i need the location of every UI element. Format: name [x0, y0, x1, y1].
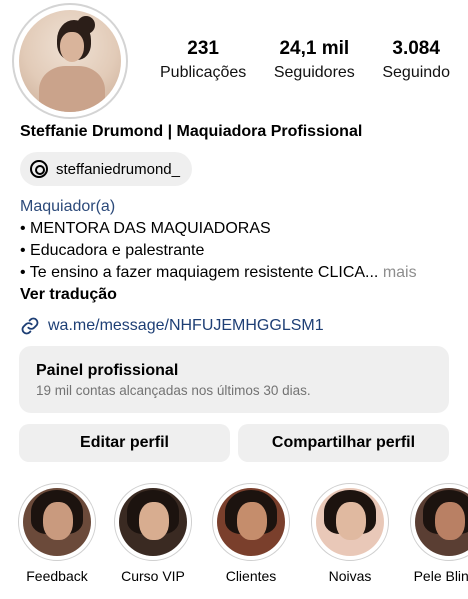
highlight-ring [311, 483, 389, 561]
highlight-cover [217, 488, 285, 556]
highlight-cover [119, 488, 187, 556]
highlight-face [336, 502, 366, 540]
dashboard-subtitle: 19 mil contas alcançadas nos últimos 30 … [36, 383, 311, 398]
highlight-label: Feedback [26, 568, 88, 584]
bio-link[interactable]: wa.me/message/NHFUJEMHGGLSM1 [20, 316, 324, 336]
threads-handle: steffaniedrumond_ [56, 160, 180, 178]
highlight-face [237, 502, 267, 540]
highlight-label: Noivas [328, 568, 372, 584]
stat-posts-count: 231 [187, 38, 219, 59]
highlight-noivas[interactable]: Noivas [309, 483, 391, 584]
highlight-label: Clientes [225, 568, 277, 584]
highlight-cover [23, 488, 91, 556]
highlight-curso-vip[interactable]: Curso VIP [112, 483, 194, 584]
profile-avatar[interactable] [12, 3, 128, 119]
professional-dashboard[interactable]: Painel profissional 19 mil contas alcanç… [19, 346, 449, 413]
edit-profile-button[interactable]: Editar perfil [19, 424, 230, 462]
profile-actions: Editar perfil Compartilhar perfil [19, 424, 449, 462]
highlight-feedback[interactable]: Feedback [16, 483, 98, 584]
avatar-face [60, 32, 84, 62]
highlight-ring [18, 483, 96, 561]
highlight-ring [410, 483, 468, 561]
share-profile-button[interactable]: Compartilhar perfil [238, 424, 449, 462]
bio-category[interactable]: Maquiador(a) [20, 196, 460, 218]
highlight-clientes[interactable]: Clientes [210, 483, 292, 584]
highlight-ring [212, 483, 290, 561]
stat-following-count: 3.084 [392, 38, 440, 59]
stat-followers-count: 24,1 mil [279, 38, 350, 59]
avatar-photo [19, 10, 121, 112]
link-icon [21, 317, 39, 335]
highlight-ring [114, 483, 192, 561]
highlight-cover [415, 488, 468, 556]
highlight-pele-blinda[interactable]: Pele Blinda [408, 483, 468, 584]
stat-following[interactable]: 3.084 Seguindo [382, 38, 450, 83]
threads-badge[interactable]: steffaniedrumond_ [20, 152, 192, 186]
stat-followers[interactable]: 24,1 mil Seguidores [274, 38, 355, 83]
profile-bio: Maquiador(a) • MENTORA DAS MAQUIADORAS •… [20, 196, 460, 306]
story-highlights: Feedback Curso VIP Clientes Noivas Pele … [16, 483, 468, 599]
threads-icon [30, 160, 48, 178]
profile-page: 231 Publicações 24,1 mil Seguidores 3.08… [0, 0, 468, 599]
bio-more-link[interactable]: mais [383, 264, 417, 281]
bio-link-text: wa.me/message/NHFUJEMHGGLSM1 [48, 317, 324, 334]
avatar-bun [77, 16, 95, 34]
highlight-label: Curso VIP [121, 568, 185, 584]
stat-posts[interactable]: 231 Publicações [160, 38, 246, 83]
bio-line: • Te ensino a fazer maquiagem resistente… [20, 264, 379, 281]
highlight-face [139, 502, 169, 540]
highlight-face [435, 502, 465, 540]
bio-line: • Educadora e palestrante [20, 242, 205, 259]
bio-line-truncated: • Te ensino a fazer maquiagem resistente… [20, 262, 460, 284]
dashboard-title: Painel profissional [36, 362, 179, 379]
see-translation-link[interactable]: Ver tradução [20, 284, 460, 306]
highlight-face [43, 502, 73, 540]
stat-followers-label: Seguidores [273, 64, 355, 81]
highlight-label: Pele Blinda [413, 568, 468, 584]
highlight-cover [316, 488, 384, 556]
stat-following-label: Seguindo [382, 64, 450, 81]
bio-line: • MENTORA DAS MAQUIADORAS [20, 220, 271, 237]
profile-name: Steffanie Drumond | Maquiadora Profissio… [20, 123, 363, 140]
avatar-body [39, 66, 105, 112]
profile-stats: 231 Publicações 24,1 mil Seguidores 3.08… [160, 38, 450, 83]
stat-posts-label: Publicações [160, 64, 247, 81]
